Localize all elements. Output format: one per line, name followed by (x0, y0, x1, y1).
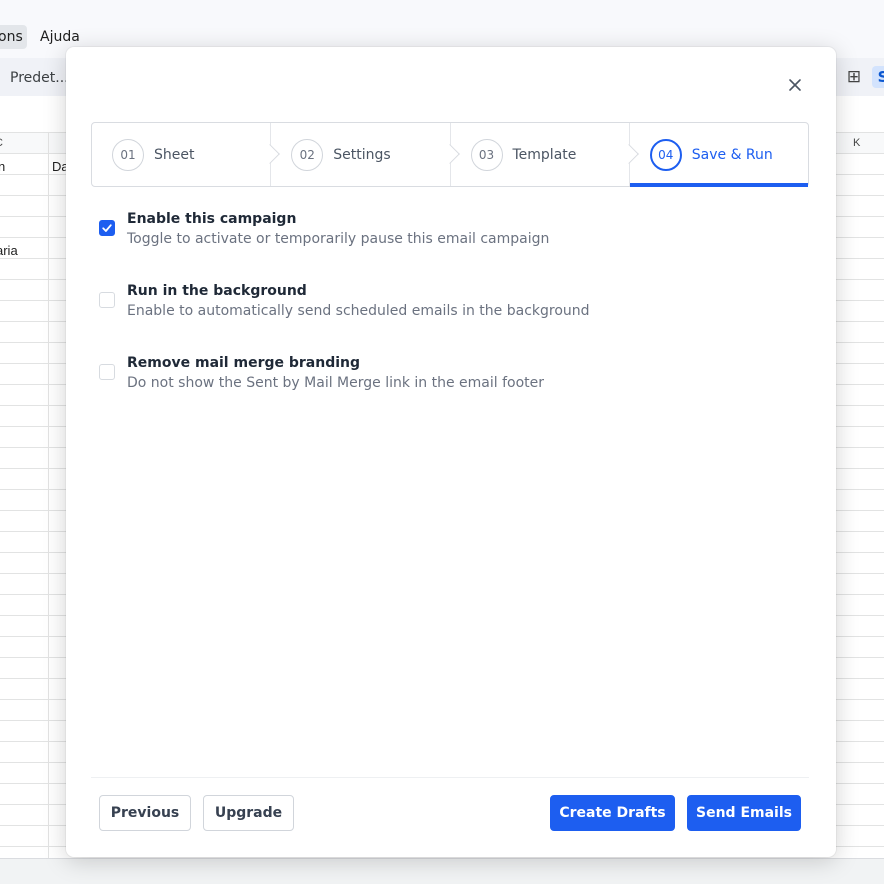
step-number: 02 (291, 138, 324, 171)
step-label: Template (512, 146, 577, 163)
close-icon (789, 79, 801, 91)
grid-icon[interactable]: ⊞ (843, 66, 865, 88)
option-title: Remove mail merge branding (127, 355, 361, 371)
cell-c5[interactable]: aria (0, 243, 18, 258)
menu-item-extensions[interactable]: ons (0, 25, 27, 49)
close-button[interactable] (784, 74, 806, 96)
step-settings[interactable]: 02 Settings (270, 123, 460, 186)
option-description: Enable to automatically send scheduled e… (127, 303, 590, 319)
create-drafts-button[interactable]: Create Drafts (550, 795, 675, 831)
checkmark-icon (102, 224, 112, 232)
step-label: Save & Run (691, 146, 773, 163)
upgrade-button[interactable]: Upgrade (203, 795, 294, 831)
step-number: 01 (112, 138, 144, 171)
send-emails-button[interactable]: Send Emails (687, 795, 801, 831)
align-icon[interactable]: S (872, 66, 884, 88)
step-label: Settings (333, 146, 391, 163)
remove-branding-checkbox[interactable] (99, 364, 115, 380)
step-sheet[interactable]: 01 Sheet (92, 123, 281, 186)
footer-divider (91, 777, 809, 778)
previous-button[interactable]: Previous (99, 795, 191, 831)
option-title: Run in the background (127, 283, 307, 299)
step-save-run[interactable]: 04 Save & Run (628, 123, 809, 187)
sheet-tabs-bar (0, 858, 884, 884)
step-template[interactable]: 03 Template (449, 123, 639, 186)
menu-item-help[interactable]: Ajuda (36, 25, 84, 49)
column-letter-k: K (853, 137, 861, 149)
campaign-dialog: 01 Sheet 02 Settings 03 Template 04 Save… (66, 47, 836, 857)
cell-c1[interactable]: n (0, 159, 5, 174)
column-divider (48, 132, 49, 858)
font-select[interactable]: Predet... (0, 62, 70, 94)
step-label: Sheet (154, 146, 195, 163)
step-number: 04 (649, 138, 682, 171)
option-description: Do not show the Sent by Mail Merge link … (127, 375, 545, 391)
option-description: Toggle to activate or temporarily pause … (127, 231, 550, 247)
step-navigator: 01 Sheet 02 Settings 03 Template 04 Save… (91, 122, 809, 187)
option-title: Enable this campaign (127, 211, 297, 227)
step-number: 03 (470, 138, 503, 171)
enable-campaign-checkbox[interactable] (99, 220, 115, 236)
column-letter-c: C (0, 137, 3, 149)
run-background-checkbox[interactable] (99, 292, 115, 308)
